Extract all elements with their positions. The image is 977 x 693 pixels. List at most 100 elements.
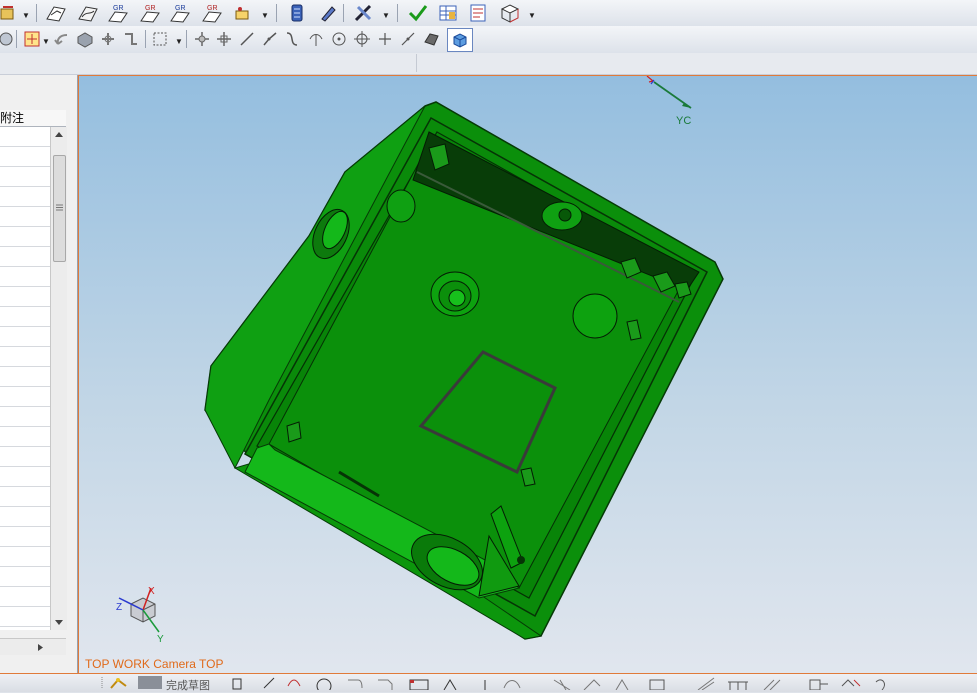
wire-icon[interactable] bbox=[96, 28, 120, 50]
infer-icon[interactable] bbox=[872, 676, 890, 690]
navigator-row[interactable] bbox=[0, 327, 50, 347]
box-select-icon[interactable] bbox=[148, 28, 172, 50]
crosshair-icon[interactable] bbox=[350, 28, 374, 50]
navigator-row[interactable] bbox=[0, 287, 50, 307]
column-header[interactable]: 附注 bbox=[0, 110, 66, 127]
chevron-down-icon[interactable]: ▼ bbox=[175, 37, 183, 46]
scroll-up-icon[interactable] bbox=[54, 130, 64, 138]
navigator-row[interactable] bbox=[0, 447, 50, 467]
navigator-row[interactable] bbox=[0, 127, 50, 147]
auto-constrain-icon[interactable] bbox=[840, 676, 862, 690]
plus-icon[interactable] bbox=[373, 28, 397, 50]
navigator-row[interactable] bbox=[0, 227, 50, 247]
part-navigator-panel: 附注 bbox=[0, 75, 78, 675]
shade-icon[interactable] bbox=[419, 28, 443, 50]
trim-icon[interactable] bbox=[552, 676, 572, 690]
face-select-icon[interactable] bbox=[20, 28, 44, 50]
chevron-down-icon[interactable]: ▼ bbox=[261, 11, 269, 20]
navigator-row[interactable] bbox=[0, 587, 50, 607]
mirror-icon[interactable] bbox=[612, 676, 632, 690]
part-model[interactable] bbox=[204, 101, 724, 640]
navigator-row[interactable] bbox=[0, 427, 50, 447]
rapid-dimension-icon[interactable] bbox=[726, 676, 750, 690]
chevron-down-icon[interactable]: ▼ bbox=[528, 11, 536, 20]
pen-icon[interactable] bbox=[316, 2, 340, 24]
navigator-row[interactable] bbox=[0, 467, 50, 487]
vertical-scrollbar[interactable] bbox=[50, 127, 67, 630]
gr-surface-5-icon[interactable]: GR bbox=[200, 2, 224, 24]
circle-icon[interactable] bbox=[327, 28, 351, 50]
route-icon[interactable] bbox=[119, 28, 143, 50]
horizontal-scrollbar[interactable] bbox=[0, 638, 66, 655]
table-icon[interactable] bbox=[436, 2, 460, 24]
pan-icon[interactable] bbox=[212, 28, 236, 50]
rectangle-icon[interactable] bbox=[408, 676, 430, 690]
gr-surface-3-icon[interactable]: GR bbox=[138, 2, 162, 24]
circle-icon[interactable] bbox=[316, 676, 332, 690]
toolbar-separator bbox=[416, 54, 417, 72]
extend-icon[interactable] bbox=[582, 676, 602, 690]
navigator-row[interactable] bbox=[0, 567, 50, 587]
gr-surface-icon[interactable] bbox=[76, 2, 100, 24]
line-icon[interactable] bbox=[235, 28, 259, 50]
gr-surface-4-icon[interactable]: GR bbox=[168, 2, 192, 24]
cube-view-icon[interactable] bbox=[447, 28, 473, 52]
navigator-row[interactable] bbox=[0, 607, 50, 627]
navigator-row[interactable] bbox=[0, 267, 50, 287]
scroll-right-icon[interactable] bbox=[36, 643, 44, 652]
surface-icon[interactable] bbox=[44, 2, 68, 24]
polygon-icon[interactable] bbox=[440, 676, 460, 690]
navigator-row[interactable] bbox=[0, 387, 50, 407]
finish-sketch-icon[interactable] bbox=[138, 676, 162, 689]
graphics-viewport[interactable]: YC X Z Y TOP WORK Camera TOP bbox=[78, 75, 977, 674]
navigator-row[interactable] bbox=[0, 407, 50, 427]
navigator-rows bbox=[0, 127, 50, 630]
slash-icon[interactable] bbox=[396, 28, 420, 50]
constraint-icon[interactable] bbox=[648, 676, 668, 690]
arc-icon[interactable] bbox=[280, 28, 304, 50]
gr-surface-2-icon[interactable]: GR bbox=[106, 2, 130, 24]
check-icon[interactable] bbox=[406, 2, 430, 24]
navigator-row[interactable] bbox=[0, 527, 50, 547]
chevron-down-icon[interactable]: ▼ bbox=[42, 37, 50, 46]
scrollbar-thumb[interactable] bbox=[53, 155, 66, 262]
report-icon[interactable] bbox=[467, 2, 491, 24]
scroll-down-icon[interactable] bbox=[54, 619, 64, 627]
curve-icon[interactable] bbox=[258, 28, 282, 50]
navigator-row[interactable] bbox=[0, 247, 50, 267]
fillet-icon[interactable] bbox=[346, 676, 364, 690]
point-icon[interactable] bbox=[480, 676, 490, 690]
arrow-icon[interactable] bbox=[50, 28, 74, 50]
solid-icon[interactable] bbox=[73, 28, 97, 50]
chevron-down-icon[interactable]: ▼ bbox=[382, 11, 390, 20]
parallel-icon[interactable] bbox=[762, 676, 784, 690]
arc-icon[interactable] bbox=[286, 676, 302, 690]
navigator-row[interactable] bbox=[0, 207, 50, 227]
offset-icon[interactable] bbox=[500, 676, 524, 690]
layer-icon[interactable] bbox=[285, 2, 309, 24]
navigator-row[interactable] bbox=[0, 547, 50, 567]
dimension-icon[interactable] bbox=[696, 676, 716, 690]
profile-icon[interactable] bbox=[230, 676, 244, 690]
navigator-row[interactable] bbox=[0, 367, 50, 387]
attribute-icon[interactable] bbox=[232, 2, 256, 24]
svg-text:GR: GR bbox=[113, 5, 124, 12]
sheet-metal-icon[interactable] bbox=[0, 2, 20, 24]
chamfer-icon[interactable] bbox=[376, 676, 394, 690]
toolbar-separator bbox=[276, 4, 277, 22]
tools-icon[interactable] bbox=[352, 2, 376, 24]
navigator-row[interactable] bbox=[0, 187, 50, 207]
view-icon[interactable] bbox=[498, 2, 522, 24]
navigator-row[interactable] bbox=[0, 307, 50, 327]
navigator-row[interactable] bbox=[0, 507, 50, 527]
move-icon[interactable] bbox=[190, 28, 214, 50]
chevron-down-icon[interactable]: ▼ bbox=[22, 11, 30, 20]
line-icon[interactable] bbox=[262, 676, 276, 690]
sketch-icon[interactable] bbox=[108, 676, 130, 690]
point-icon[interactable] bbox=[304, 28, 328, 50]
navigator-row[interactable] bbox=[0, 487, 50, 507]
navigator-row[interactable] bbox=[0, 347, 50, 367]
navigator-row[interactable] bbox=[0, 147, 50, 167]
display-constraints-icon[interactable] bbox=[808, 676, 830, 690]
navigator-row[interactable] bbox=[0, 167, 50, 187]
